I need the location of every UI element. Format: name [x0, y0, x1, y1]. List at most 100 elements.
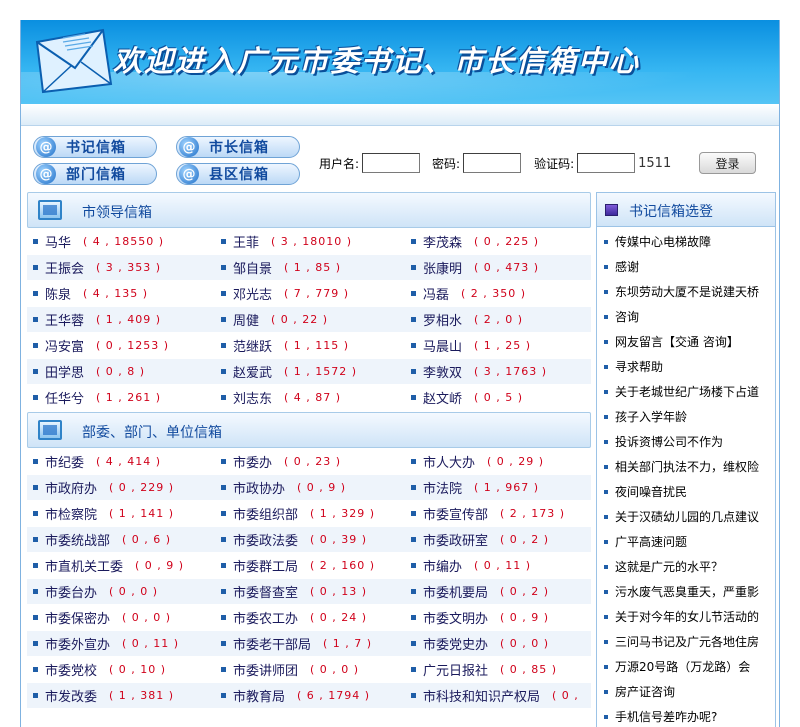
sidebar-letter-link[interactable]: 手机信号差咋办呢? — [597, 704, 775, 727]
bullet-icon — [604, 439, 608, 444]
departments-mailbox-link[interactable]: 市委政研室 ( 0 , 2 ) — [411, 527, 549, 551]
departments-mailbox-name: 市法院 — [423, 481, 463, 497]
sidebar-letter-link[interactable]: 相关部门执法不力，维权险 — [597, 454, 775, 479]
departments-mailbox-link[interactable]: 市委讲师团 ( 0 , 0 ) — [221, 657, 359, 681]
sidebar-letter-link[interactable]: 污水废气恶臭重天，严重影 — [597, 579, 775, 604]
leaders-mailbox-link[interactable]: 赵文峤 ( 0 , 5 ) — [411, 385, 523, 409]
leaders-mailbox-link[interactable]: 冯磊 ( 2 , 350 ) — [411, 281, 526, 305]
departments-mailbox-link[interactable]: 市委政法委 ( 0 , 39 ) — [221, 527, 367, 551]
secretary-mailbox-label: 书记信箱 — [66, 140, 126, 156]
at-icon: @ — [179, 164, 199, 184]
departments-mailbox-link[interactable]: 市委群工局 ( 2 , 160 ) — [221, 553, 375, 577]
departments-mailbox-count: ( 0 , 6 ) — [122, 532, 172, 546]
departments-mailbox-link[interactable]: 市委农工办 ( 0 , 24 ) — [221, 605, 367, 629]
departments-mailbox-count: ( 0 , 2 ) — [500, 584, 550, 598]
leaders-mailbox-link[interactable]: 田学思 ( 0 , 8 ) — [33, 359, 145, 383]
departments-mailbox-link[interactable]: 市委文明办 ( 0 , 9 ) — [411, 605, 549, 629]
leaders-mailbox-link[interactable]: 任华兮 ( 1 , 261 ) — [33, 385, 161, 409]
bullet-icon — [411, 692, 416, 698]
leaders-mailbox-link[interactable]: 马晨山 ( 1 , 25 ) — [411, 333, 531, 357]
main-frame: 欢迎进入广元市委书记、市长信箱中心 @ 书记信箱 @ 市长信箱 @ 部门信箱 @… — [20, 20, 780, 727]
leaders-mailbox-name: 李敦双 — [423, 365, 463, 381]
leaders-mailbox-name: 刘志东 — [233, 391, 273, 407]
bullet-icon — [604, 489, 608, 494]
sidebar-letter-link[interactable]: 关于汉碛幼儿园的几点建议 — [597, 504, 775, 529]
sidebar-letter-link[interactable]: 网友留言【交通 咨询】 — [597, 329, 775, 354]
leaders-mailbox-link[interactable]: 邹自景 ( 1 , 85 ) — [221, 255, 341, 279]
sidebar-letter-link[interactable]: 感谢 — [597, 254, 775, 279]
sidebar-letter-link[interactable]: 房产证咨询 — [597, 679, 775, 704]
departments-mailbox-link[interactable]: 市委老干部局 ( 1 , 7 ) — [221, 631, 372, 655]
leaders-mailbox-link[interactable]: 王华蓉 ( 1 , 409 ) — [33, 307, 161, 331]
departments-mailbox-link[interactable]: 市委办 ( 0 , 23 ) — [221, 449, 341, 473]
sidebar-letter-link[interactable]: 投诉资博公司不作为 — [597, 429, 775, 454]
departments-mailbox-link[interactable]: 市委保密办 ( 0 , 0 ) — [33, 605, 171, 629]
sidebar-letter-link[interactable]: 东坝劳动大厦不是说建天桥 — [597, 279, 775, 304]
departments-mailbox-link[interactable]: 市委宣传部 ( 2 , 173 ) — [411, 501, 565, 525]
sidebar-letter-link[interactable]: 夜间噪音扰民 — [597, 479, 775, 504]
county-mailbox-button[interactable]: @ 县区信箱 — [176, 163, 300, 185]
departments-mailbox-link[interactable]: 广元日报社 ( 0 , 85 ) — [411, 657, 557, 681]
password-input[interactable] — [463, 153, 522, 173]
bullet-icon — [221, 588, 226, 594]
departments-mailbox-link[interactable]: 市委组织部 ( 1 , 329 ) — [221, 501, 375, 525]
bullet-icon — [33, 536, 38, 542]
leaders-mailbox-link[interactable]: 王菲 ( 3 , 18010 ) — [221, 229, 352, 253]
departments-mailbox-link[interactable]: 市纪委 ( 4 , 414 ) — [33, 449, 161, 473]
departments-mailbox-link[interactable]: 市人大办 ( 0 , 29 ) — [411, 449, 544, 473]
leaders-mailbox-link[interactable]: 王振会 ( 3 , 353 ) — [33, 255, 161, 279]
leaders-mailbox-link[interactable]: 李茂森 ( 0 , 225 ) — [411, 229, 539, 253]
departments-mailbox-name: 市委群工局 — [233, 559, 299, 575]
departments-mailbox-link[interactable]: 市政协办 ( 0 , 9 ) — [221, 475, 346, 499]
sidebar-letter-link[interactable]: 关于老城世纪广场楼下占道 — [597, 379, 775, 404]
at-icon: @ — [179, 137, 199, 157]
sidebar-letter-title: 夜间噪音扰民 — [615, 485, 688, 499]
sidebar-letter-link[interactable]: 寻求帮助 — [597, 354, 775, 379]
departments-mailbox-link[interactable]: 市发改委 ( 1 , 381 ) — [33, 683, 174, 707]
departments-mailbox-link[interactable]: 市委党校 ( 0 , 10 ) — [33, 657, 166, 681]
username-input[interactable] — [362, 153, 421, 173]
sidebar-letter-link[interactable]: 孩子入学年龄 — [597, 404, 775, 429]
departments-mailbox-count: ( 0 , 85 ) — [500, 662, 558, 676]
sidebar-letter-link[interactable]: 广平高速问题 — [597, 529, 775, 554]
departments-mailbox-name: 市委老干部局 — [233, 637, 312, 653]
departments-mailbox-link[interactable]: 市委机要局 ( 0 , 2 ) — [411, 579, 549, 603]
leaders-mailbox-link[interactable]: 李敦双 ( 3 , 1763 ) — [411, 359, 547, 383]
login-button[interactable]: 登录 — [699, 152, 756, 174]
leaders-mailbox-name: 张康明 — [423, 261, 463, 277]
departments-mailbox-link[interactable]: 市编办 ( 0 , 11 ) — [411, 553, 531, 577]
departments-mailbox-link[interactable]: 市教育局 ( 6 , 1794 ) — [221, 683, 370, 707]
sidebar-letter-link[interactable]: 咨询 — [597, 304, 775, 329]
leaders-mailbox-link[interactable]: 张康明 ( 0 , 473 ) — [411, 255, 539, 279]
sidebar-letter-link[interactable]: 万源20号路（万龙路）会 — [597, 654, 775, 679]
leaders-mailbox-link[interactable]: 罗相水 ( 2 , 0 ) — [411, 307, 523, 331]
departments-mailbox-link[interactable]: 市科技和知识产权局 ( 0 , — [411, 683, 579, 707]
departments-mailbox-link[interactable]: 市委督查室 ( 0 , 13 ) — [221, 579, 367, 603]
sidebar-letter-link[interactable]: 关于对今年的女儿节活动的 — [597, 604, 775, 629]
departments-mailbox-link[interactable]: 市委台办 ( 0 , 0 ) — [33, 579, 158, 603]
departments-mailbox-link[interactable]: 市直机关工委 ( 0 , 9 ) — [33, 553, 184, 577]
sidebar-letter-link[interactable]: 三问马书记及广元各地住房 — [597, 629, 775, 654]
mayor-mailbox-button[interactable]: @ 市长信箱 — [176, 136, 300, 158]
leaders-mailbox-link[interactable]: 陈泉 ( 4 , 135 ) — [33, 281, 148, 305]
leaders-mailbox-link[interactable]: 周健 ( 0 , 22 ) — [221, 307, 328, 331]
leaders-mailbox-link[interactable]: 赵爱武 ( 1 , 1572 ) — [221, 359, 357, 383]
leaders-mailbox-link[interactable]: 刘志东 ( 4 , 87 ) — [221, 385, 341, 409]
departments-mailbox-link[interactable]: 市检察院 ( 1 , 141 ) — [33, 501, 174, 525]
leaders-mailbox-link[interactable]: 范继跃 ( 1 , 115 ) — [221, 333, 349, 357]
captcha-input[interactable] — [577, 153, 636, 173]
departments-mailbox-link[interactable]: 市委外宣办 ( 0 , 11 ) — [33, 631, 179, 655]
leaders-mailbox-link[interactable]: 冯安富 ( 0 , 1253 ) — [33, 333, 169, 357]
sidebar-letter-link[interactable]: 这就是广元的水平？ — [597, 554, 775, 579]
departments-mailbox-link[interactable]: 市政府办 ( 0 , 229 ) — [33, 475, 174, 499]
departments-mailbox-link[interactable]: 市法院 ( 1 , 967 ) — [411, 475, 539, 499]
secretary-mailbox-button[interactable]: @ 书记信箱 — [33, 136, 157, 158]
department-mailbox-button[interactable]: @ 部门信箱 — [33, 163, 157, 185]
departments-mailbox-link[interactable]: 市委统战部 ( 0 , 6 ) — [33, 527, 171, 551]
leaders-mailbox-link[interactable]: 邓光志 ( 7 , 779 ) — [221, 281, 349, 305]
sidebar-letter-link[interactable]: 传媒中心电梯故障 — [597, 229, 775, 254]
departments-mailbox-link[interactable]: 市委党史办 ( 0 , 0 ) — [411, 631, 549, 655]
leaders-mailbox-link[interactable]: 马华 ( 4 , 18550 ) — [33, 229, 164, 253]
departments-mailbox-count: ( 0 , 0 ) — [122, 610, 172, 624]
departments-mailbox-name: 市委台办 — [45, 585, 98, 601]
